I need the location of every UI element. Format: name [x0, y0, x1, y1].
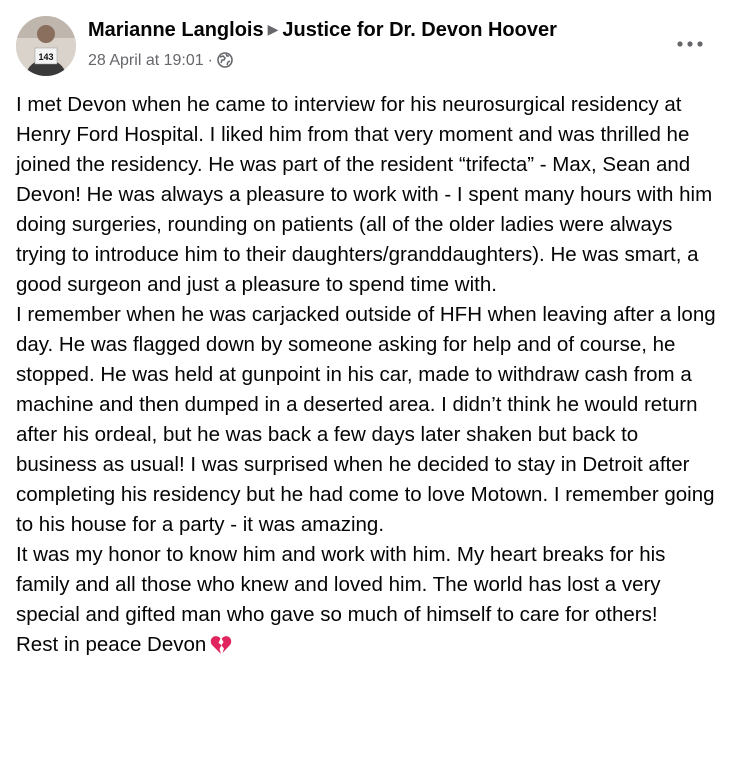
post-header: Marianne Langlois ▶ Justice for Dr. Devon … — [88, 19, 557, 42]
post-paragraph: I remember when he was carjacked outside… — [16, 303, 716, 536]
post-paragraph: It was my honor to know him and work wit… — [16, 543, 666, 626]
arrow-right-icon: ▶ — [267, 21, 279, 37]
post-body: I met Devon when he came to interview fo… — [16, 90, 722, 660]
separator-dot: · — [207, 52, 213, 69]
timestamp[interactable]: 28 April at 19:01 — [88, 52, 204, 69]
avatar[interactable]: 143 — [16, 16, 76, 76]
post-card: 143 Marianne Langlois ▶ Justice for Dr. De… — [0, 0, 736, 758]
broken-heart-icon — [211, 636, 232, 654]
svg-text:143: 143 — [38, 52, 53, 62]
post-paragraph: I met Devon when he came to interview fo… — [16, 93, 713, 296]
globe-icon[interactable] — [217, 52, 233, 69]
group-name[interactable]: Justice for Dr. Devon Hoover — [282, 19, 557, 41]
author-name[interactable]: Marianne Langlois — [88, 19, 264, 41]
post-closing: Rest in peace Devon — [16, 630, 722, 660]
post-paragraph: Rest in peace Devon — [16, 633, 207, 656]
more-options-icon — [677, 41, 703, 47]
more-options-button[interactable] — [670, 28, 710, 60]
post-meta: 28 April at 19:01 · — [88, 52, 233, 70]
